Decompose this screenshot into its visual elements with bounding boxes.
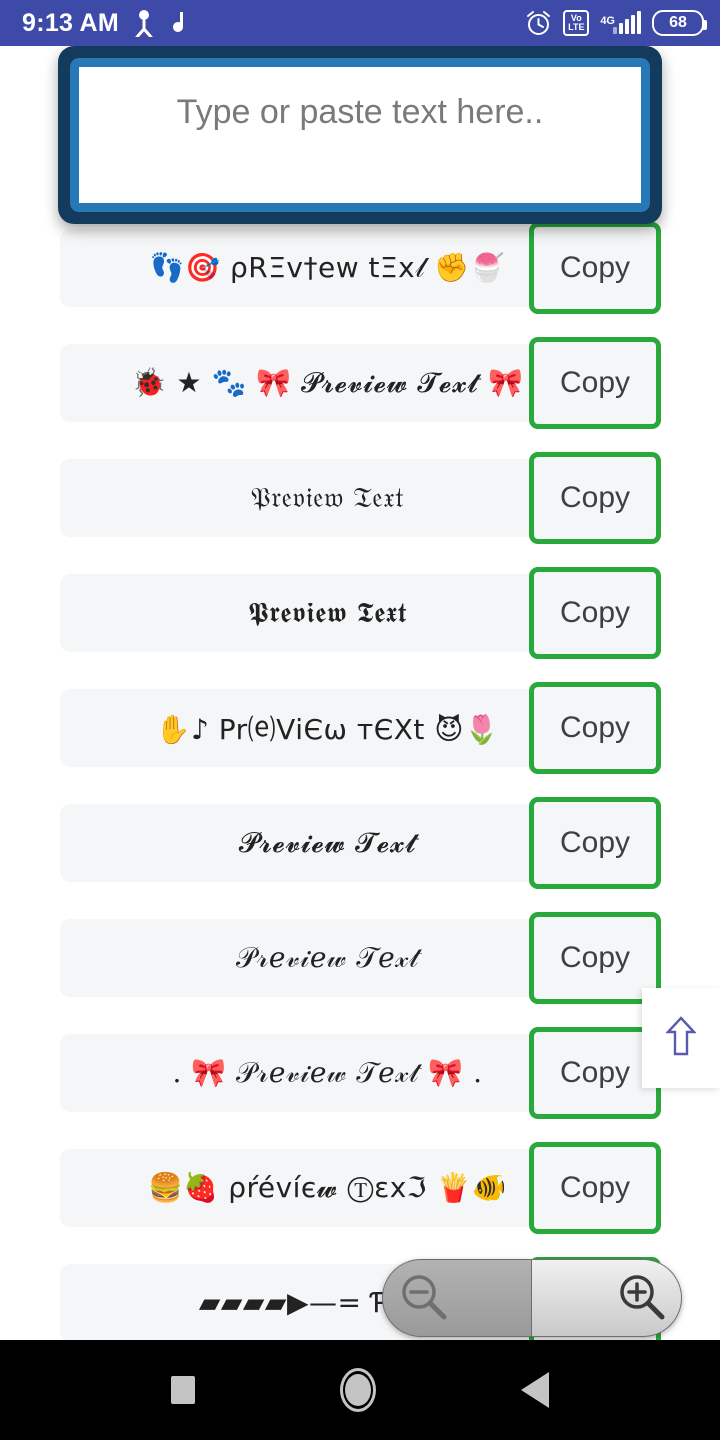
preview-row: . 🎀 𝒫𝓇𝑒𝓋𝒾𝑒𝓌 𝒯𝑒𝓍𝓉 🎀 . Copy [0,1025,720,1120]
scroll-to-top-button[interactable] [642,988,720,1088]
preview-row: ✋♪ Pr⒠ViЄω тЄXt 😈🌷 Copy [0,680,720,775]
preview-card[interactable]: 𝔓𝔯𝔢𝔳𝔦𝔢𝔴 𝔗𝔢𝔵𝔱 [60,458,595,537]
copy-button[interactable]: Copy [529,796,661,889]
copy-button[interactable]: Copy [529,451,661,544]
preview-card[interactable]: 👣🎯 ρRΞv†ew tΞx𝓁 ✊🍧 [60,228,595,307]
preview-text: 🐞 ★ 🐾 🎀 𝓟𝓻𝓮𝓿𝓲𝓮𝔀 𝓣𝓮𝔁𝓽 🎀 [131,365,524,399]
text-input-inner-frame [70,58,650,212]
music-note-icon [169,10,187,36]
preview-row: 𝕻𝖗𝖊𝖛𝖎𝖊𝖜 𝕿𝖊𝖝𝖙 Copy [0,565,720,660]
recents-button[interactable] [171,1376,195,1404]
preview-row: 🐞 ★ 🐾 🎀 𝓟𝓻𝓮𝓿𝓲𝓮𝔀 𝓣𝓮𝔁𝓽 🎀 Copy [0,335,720,430]
preview-text: 🍔🍓 ρŕévíє𝔀 Ⓣεxℑ 🍟🐠 [148,1170,507,1204]
preview-text: 👣🎯 ρRΞv†ew tΞx𝓁 ✊🍧 [149,250,506,284]
preview-text: 𝕻𝖗𝖊𝖛𝖎𝖊𝖜 𝕿𝖊𝖝𝖙 [248,595,407,629]
preview-card[interactable]: . 🎀 𝒫𝓇𝑒𝓋𝒾𝑒𝓌 𝒯𝑒𝓍𝓉 🎀 . [60,1033,595,1112]
preview-list[interactable]: 👣🎯 ρRΞv†ew tΞx𝓁 ✊🍧 Copy 🐞 ★ 🐾 🎀 𝓟𝓻𝓮𝓿𝓲𝓮𝔀 𝓣𝓮… [0,46,720,1349]
alarm-icon [525,10,552,37]
zoom-out-button[interactable] [382,1259,532,1337]
preview-text: ✋♪ Pr⒠ViЄω тЄXt 😈🌷 [155,712,500,746]
copy-button[interactable]: Copy [529,566,661,659]
signal-bars [613,11,641,34]
preview-row: 𝒫𝓇𝑒𝓋𝒾𝑒𝓌 𝒯𝑒𝓍𝓉 Copy [0,910,720,1005]
volte-icon: Vo LTE [563,10,590,36]
preview-row: 👣🎯 ρRΞv†ew tΞx𝓁 ✊🍧 Copy [0,220,720,315]
network-type-label: 4G [600,15,615,27]
preview-text: 𝓟𝓻𝓮𝓿𝓲𝓮𝔀 𝓣𝓮𝔁𝓽 [238,825,417,859]
android-navigation-bar [0,1340,720,1440]
signal-icon: 4G [600,11,641,34]
back-button[interactable] [521,1372,549,1408]
copy-button[interactable]: Copy [529,336,661,429]
home-button[interactable] [340,1368,376,1412]
status-bar: 9:13 AM Vo LTE 4G 68 [0,0,720,46]
zoom-out-icon [397,1270,449,1327]
person-icon [133,9,155,37]
preview-card[interactable]: 🍔🍓 ρŕévíє𝔀 Ⓣεxℑ 🍟🐠 [60,1148,595,1227]
battery-level-label: 68 [669,14,687,31]
preview-text: 𝒫𝓇𝑒𝓋𝒾𝑒𝓌 𝒯𝑒𝓍𝓉 [236,940,419,974]
arrow-up-icon [665,1015,697,1062]
text-input-container[interactable] [58,46,662,224]
preview-card[interactable]: 𝓟𝓻𝓮𝓿𝓲𝓮𝔀 𝓣𝓮𝔁𝓽 [60,803,595,882]
preview-card[interactable]: 𝒫𝓇𝑒𝓋𝒾𝑒𝓌 𝒯𝑒𝓍𝓉 [60,918,595,997]
zoom-controls[interactable] [382,1259,682,1337]
preview-text: . 🎀 𝒫𝓇𝑒𝓋𝒾𝑒𝓌 𝒯𝑒𝓍𝓉 🎀 . [172,1055,483,1089]
preview-row: 🍔🍓 ρŕévíє𝔀 Ⓣεxℑ 🍟🐠 Copy [0,1140,720,1235]
copy-button[interactable]: Copy [529,1141,661,1234]
preview-row: 𝔓𝔯𝔢𝔳𝔦𝔢𝔴 𝔗𝔢𝔵𝔱 Copy [0,450,720,545]
battery-icon: 68 [652,10,707,36]
zoom-in-button[interactable] [532,1259,682,1337]
preview-card[interactable]: 𝕻𝖗𝖊𝖛𝖎𝖊𝖜 𝕿𝖊𝖝𝖙 [60,573,595,652]
copy-button[interactable]: Copy [529,681,661,774]
preview-card[interactable]: 🐞 ★ 🐾 🎀 𝓟𝓻𝓮𝓿𝓲𝓮𝔀 𝓣𝓮𝔁𝓽 🎀 [60,343,595,422]
status-bar-clock: 9:13 AM [22,8,120,37]
preview-text: 𝔓𝔯𝔢𝔳𝔦𝔢𝔴 𝔗𝔢𝔵𝔱 [250,480,405,514]
preview-card[interactable]: ✋♪ Pr⒠ViЄω тЄXt 😈🌷 [60,688,595,767]
copy-button[interactable]: Copy [529,221,661,314]
preview-row: 𝓟𝓻𝓮𝓿𝓲𝓮𝔀 𝓣𝓮𝔁𝓽 Copy [0,795,720,890]
status-bar-left: 9:13 AM [22,9,187,38]
volte-bottom-label: LTE [568,22,585,32]
status-bar-right: Vo LTE 4G 68 [525,10,707,37]
text-input[interactable] [79,67,641,203]
zoom-in-icon [615,1270,667,1327]
